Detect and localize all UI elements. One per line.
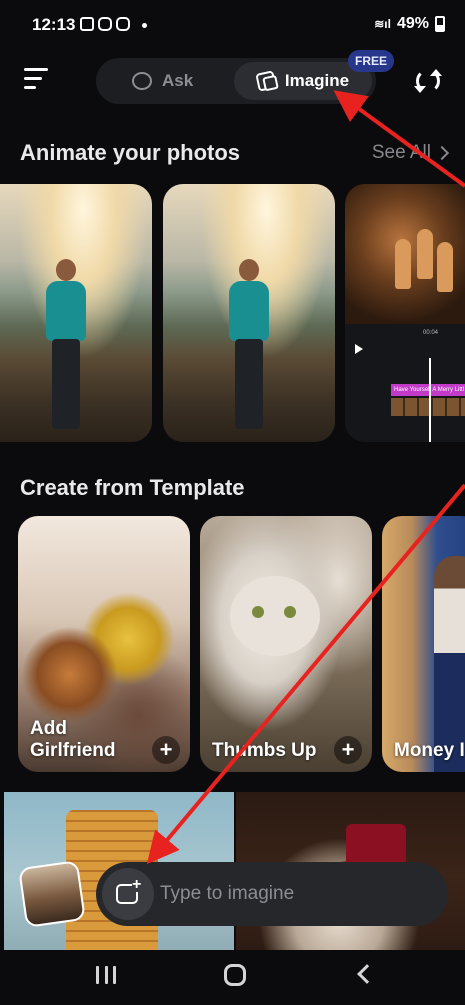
template-card-add-girlfriend[interactable]: Add Girlfriend + [18, 516, 190, 772]
see-all-link[interactable]: See All [371, 142, 450, 164]
recent-apps-button[interactable] [96, 966, 116, 984]
back-button[interactable] [357, 964, 377, 984]
imagine-prompt-input[interactable] [160, 862, 430, 926]
wifi-signal-icon: ≋ıl [374, 17, 391, 31]
section-title-animate: Animate your photos [20, 140, 241, 165]
annotation-arrow-to-imagine [333, 90, 465, 188]
template-card-thumbs-up[interactable]: Thumbs Up + [200, 516, 372, 772]
section-title-templates: Create from Template [20, 475, 245, 500]
chess-video-preview [345, 184, 465, 324]
menu-icon [24, 68, 48, 71]
add-template-button[interactable]: + [334, 736, 362, 764]
hiker-photo [42, 259, 90, 439]
status-bar: 12:13 ≋ıl 49% [0, 0, 465, 50]
imagine-icon [255, 70, 277, 92]
instagram-notification-icon [98, 17, 112, 31]
template-label: Add Girlfriend [30, 718, 116, 761]
add-template-button[interactable]: + [152, 736, 180, 764]
free-badge: FREE [348, 50, 394, 72]
instagram-notification-icon-2 [116, 17, 130, 31]
refresh-button[interactable] [414, 67, 442, 95]
cat-photo [230, 576, 320, 656]
tab-ask-label: Ask [162, 71, 194, 90]
android-nav-bar [0, 950, 465, 1005]
animate-card-1[interactable] [0, 184, 152, 442]
template-card-money[interactable]: Money I [382, 516, 465, 772]
battery-icon [435, 16, 445, 32]
status-time: 12:13 [32, 15, 76, 34]
video-editor-timeline: 00:04 Have Yourself A Merry Littl [345, 324, 465, 442]
battery-percent: 49% [396, 15, 429, 32]
top-nav: Ask Imagine FREE [0, 50, 465, 106]
chevron-right-icon [434, 145, 450, 161]
status-right: ≋ıl 49% [374, 15, 445, 33]
template-label: Money I [394, 740, 465, 761]
timeline-time: 00:04 [423, 330, 439, 336]
animate-card-2[interactable] [163, 184, 335, 442]
menu-button[interactable] [24, 68, 50, 94]
tab-imagine-label: Imagine [284, 71, 350, 90]
timeline-caption: Have Yourself A Merry Littl [391, 384, 465, 396]
chat-bubble-icon [132, 72, 152, 90]
recent-image-thumbnail[interactable] [18, 860, 86, 928]
mode-toggle: Ask Imagine [96, 58, 376, 104]
hat-image [346, 824, 406, 864]
tab-ask[interactable]: Ask [132, 58, 193, 104]
gallery-notification-icon [80, 17, 94, 31]
home-button[interactable] [224, 964, 246, 986]
timeline-clip-strip [391, 398, 465, 416]
see-all-label: See All [371, 142, 431, 163]
timeline-playhead[interactable] [429, 358, 431, 442]
template-label: Thumbs Up [212, 740, 317, 761]
play-icon[interactable] [355, 344, 363, 354]
notification-icons [80, 17, 147, 31]
add-image-button[interactable]: + [102, 868, 154, 920]
animate-card-3[interactable]: 00:04 Have Yourself A Merry Littl [345, 184, 465, 442]
imagine-composer: + [96, 862, 448, 926]
hiker-photo [225, 259, 273, 439]
more-notifications-icon [142, 23, 147, 28]
